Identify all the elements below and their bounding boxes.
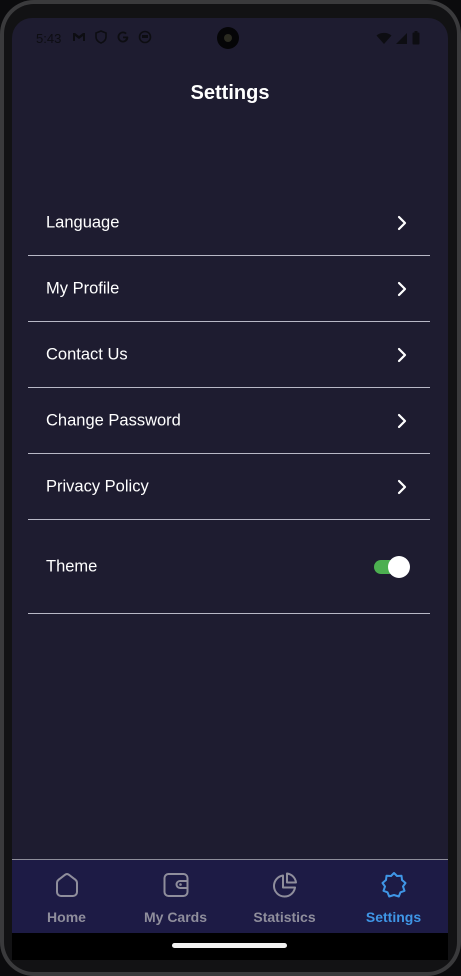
chevron-right-icon [397, 347, 407, 362]
nav-item-home[interactable]: Home [12, 860, 121, 933]
settings-item-label: Language [46, 213, 120, 231]
shield-icon [94, 30, 108, 44]
settings-item-label: Contact Us [46, 345, 128, 363]
front-camera [217, 27, 239, 49]
settings-item-label: My Profile [46, 279, 120, 297]
wallet-icon [163, 873, 188, 897]
chevron-right-icon [397, 479, 407, 494]
home-icon [55, 873, 78, 897]
gmail-icon [72, 30, 86, 44]
toggle-thumb [388, 555, 410, 578]
status-notification-icons [72, 30, 152, 44]
pie-chart-icon [272, 872, 297, 898]
nav-label: Statistics [253, 909, 316, 925]
chevron-right-icon [397, 413, 407, 428]
settings-item-change-password[interactable]: Change Password [28, 388, 430, 454]
wifi-icon [376, 32, 392, 50]
chevron-right-icon [397, 281, 407, 296]
nav-label: My Cards [143, 909, 208, 925]
gesture-area [12, 933, 448, 960]
status-bar: 5:43 [12, 18, 448, 58]
nav-label: Settings [365, 909, 422, 925]
page-title: Settings [190, 82, 270, 104]
settings-item-label: Privacy Policy [46, 477, 149, 495]
face-icon [138, 30, 152, 44]
settings-item-label: Theme [46, 557, 98, 575]
bottom-nav: Home My Cards Statistics Settings [12, 859, 448, 933]
status-time: 5:43 [36, 31, 62, 46]
chevron-right-icon [397, 215, 407, 230]
status-system-icons [376, 31, 420, 50]
settings-item-language[interactable]: Language [28, 190, 430, 256]
settings-item-my-profile[interactable]: My Profile [28, 256, 430, 322]
signal-icon [396, 32, 408, 50]
settings-item-theme: Theme [28, 520, 430, 614]
gear-icon [381, 872, 406, 898]
home-gesture-bar[interactable] [172, 943, 287, 948]
phone-frame: 5:43 Settings Language My Profile Contac… [0, 0, 461, 976]
nav-item-settings[interactable]: Settings [339, 860, 448, 933]
settings-item-privacy-policy[interactable]: Privacy Policy [28, 454, 430, 520]
google-icon [116, 30, 130, 44]
settings-item-contact-us[interactable]: Contact Us [28, 322, 430, 388]
theme-toggle[interactable] [374, 555, 410, 578]
battery-icon [412, 31, 420, 50]
nav-label: Home [47, 909, 86, 925]
nav-item-statistics[interactable]: Statistics [230, 860, 339, 933]
nav-item-my-cards[interactable]: My Cards [121, 860, 230, 933]
settings-item-label: Change Password [46, 411, 181, 429]
app-screen: 5:43 Settings Language My Profile Contac… [12, 18, 448, 960]
settings-menu: Language My Profile Contact Us Change Pa… [28, 190, 430, 614]
